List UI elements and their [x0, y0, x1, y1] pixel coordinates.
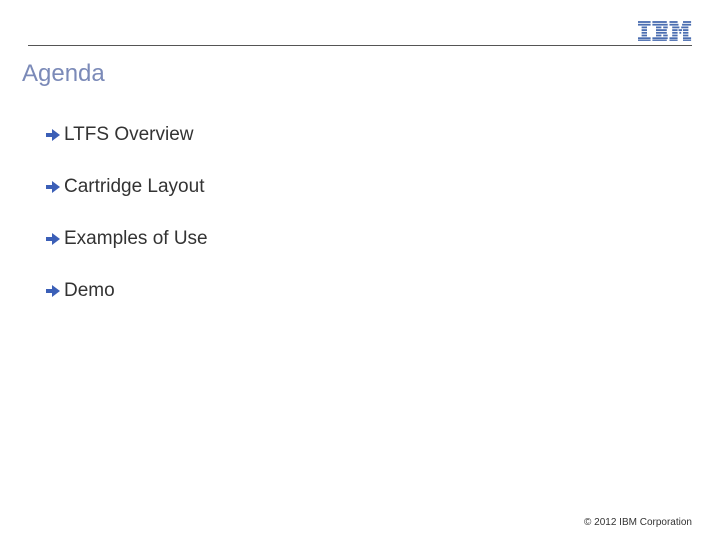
- arrow-right-icon: [44, 178, 62, 196]
- arrow-right-icon: [44, 126, 62, 144]
- page-title: Agenda: [22, 60, 692, 88]
- list-item-label: Examples of Use: [64, 228, 208, 250]
- ibm-logo: [638, 21, 692, 41]
- list-item-label: Cartridge Layout: [64, 176, 204, 198]
- list-item: Cartridge Layout: [44, 176, 692, 198]
- agenda-list: LTFS Overview Cartridge Layout Examples …: [44, 124, 692, 302]
- list-item: Demo: [44, 280, 692, 302]
- list-item: LTFS Overview: [44, 124, 692, 146]
- header-bar: [28, 18, 692, 46]
- list-item-label: LTFS Overview: [64, 124, 194, 146]
- arrow-right-icon: [44, 282, 62, 300]
- list-item-label: Demo: [64, 280, 115, 302]
- copyright-footer: © 2012 IBM Corporation: [584, 517, 692, 528]
- slide: Agenda LTFS Overview Cartridge Layout Ex…: [0, 0, 720, 540]
- arrow-right-icon: [44, 230, 62, 248]
- list-item: Examples of Use: [44, 228, 692, 250]
